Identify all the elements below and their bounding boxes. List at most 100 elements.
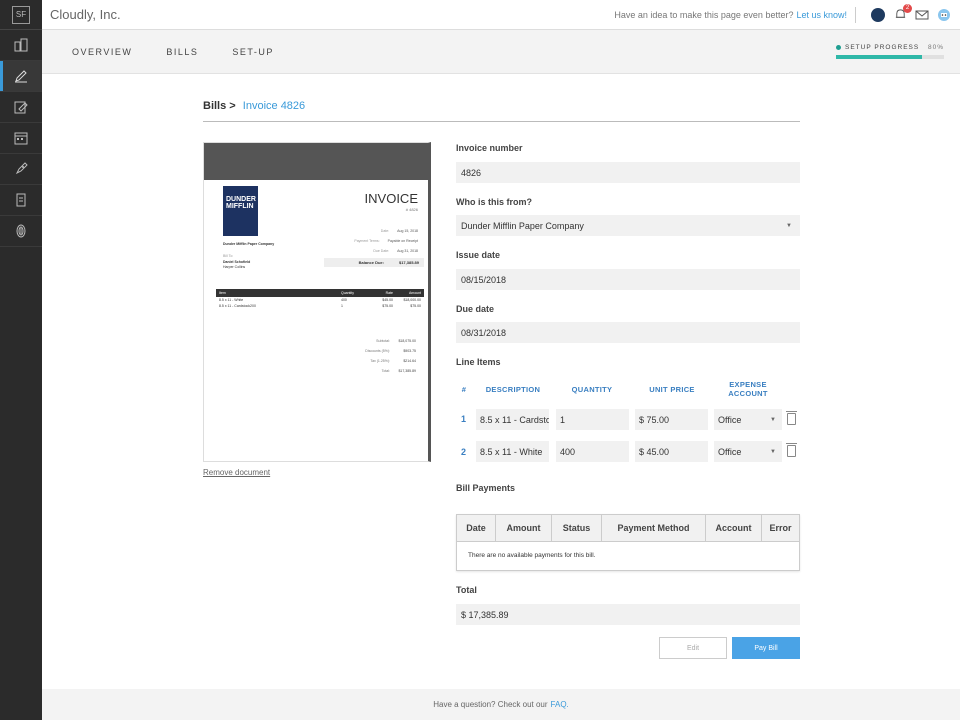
sidebar-item-calendar[interactable]: [0, 123, 42, 154]
payments-table-header: Date Amount Status Payment Method Accoun…: [457, 515, 799, 542]
line-item-quantity-input[interactable]: 1: [556, 409, 629, 430]
top-right-area: Have an idea to make this page even bett…: [614, 3, 952, 23]
payments-empty-message: There are no available payments for this…: [468, 552, 596, 559]
edit-button[interactable]: Edit: [659, 637, 727, 659]
mail-icon: [915, 10, 929, 19]
edit-document-icon: [14, 101, 28, 114]
setup-progress[interactable]: SETUP PROGRESS 80%: [836, 44, 944, 59]
document-bill-to-company: Harper Collins: [223, 265, 246, 269]
line-items-header-num: #: [461, 385, 467, 394]
document-total: Total: $17,385.89: [381, 369, 416, 373]
notifications-button[interactable]: 2: [892, 3, 912, 23]
total-field: $ 17,385.89: [456, 604, 800, 625]
remove-document-link[interactable]: Remove document: [203, 468, 270, 477]
document-from: Dunder Mifflin Paper Company: [223, 242, 275, 246]
pen-icon: [15, 70, 27, 83]
invoice-number-field[interactable]: 4826: [456, 162, 800, 183]
divider: [203, 121, 800, 122]
line-item-description-input[interactable]: 8.5 x 11 - Cardstock200: [476, 409, 549, 430]
breadcrumb-parent[interactable]: Bills >: [203, 100, 236, 112]
document-table-header: Item Quantity Rate Amount: [216, 289, 424, 297]
user-avatar[interactable]: [870, 7, 886, 23]
tab-overview[interactable]: OVERVIEW: [72, 47, 132, 57]
pay-bill-button[interactable]: Pay Bill: [732, 637, 800, 659]
document-title: INVOICE: [364, 191, 418, 206]
document-tax: Tax (1.25%): $214.64: [370, 359, 416, 363]
line-item-account-select[interactable]: Office ▼: [714, 409, 782, 430]
table-row: 8.5 x 11 - Cardstock200 1 $75.00 $75.00: [219, 304, 421, 308]
bill-payments-table: Date Amount Status Payment Method Accoun…: [456, 514, 800, 571]
document-bill-to-label: Bill To:: [223, 254, 234, 258]
rocket-icon: [15, 162, 28, 175]
footer: Have a question? Check out our FAQ.: [42, 689, 960, 720]
line-item-price-input[interactable]: $ 45.00: [635, 441, 708, 462]
breadcrumb-current: Invoice 4826: [242, 100, 306, 112]
line-item-number: 1: [461, 414, 467, 424]
document-items-table: Item Quantity Rate Amount 8.5 x 11 - Whi…: [216, 289, 424, 309]
line-item-account-select[interactable]: Office ▼: [714, 441, 782, 462]
setup-progress-bar: [836, 55, 944, 59]
trash-icon[interactable]: [786, 411, 797, 425]
trash-icon[interactable]: [786, 443, 797, 457]
vendor-label: Who is this from?: [456, 197, 532, 207]
calendar-icon: [14, 132, 28, 145]
payments-header-error[interactable]: Error: [762, 515, 799, 541]
document-discount: Discounts (5%): $903.75: [365, 349, 416, 353]
app-logo[interactable]: SF: [0, 0, 42, 30]
document-header-bar: [204, 143, 428, 180]
document-subtotal: Subtotal: $18,075.00: [376, 339, 416, 343]
payments-header-date[interactable]: Date: [457, 515, 496, 541]
tab-bills[interactable]: BILLS: [166, 47, 198, 57]
payments-header-status[interactable]: Status: [552, 515, 602, 541]
sidebar-item-launch[interactable]: [0, 154, 42, 185]
chevron-down-icon: ▼: [770, 448, 776, 455]
company-name: Cloudly, Inc.: [50, 7, 121, 22]
sidebar-item-reports[interactable]: [0, 185, 42, 216]
sidebar-item-bills[interactable]: [0, 61, 42, 92]
issue-date-label: Issue date: [456, 250, 501, 260]
setup-progress-label: SETUP PROGRESS: [845, 44, 920, 51]
line-item-number: 2: [461, 447, 467, 457]
document-balance: Balance Due: $17,385.89: [324, 258, 424, 267]
report-icon: [16, 193, 26, 207]
breadcrumb: Bills > Invoice 4826: [203, 100, 305, 112]
status-dot-icon: [836, 45, 841, 50]
fingerprint-icon: [16, 224, 26, 238]
messages-button[interactable]: [914, 7, 930, 23]
line-item-price-input[interactable]: $ 75.00: [635, 409, 708, 430]
line-item-quantity-input[interactable]: 400: [556, 441, 629, 462]
due-date-label: Due date: [456, 304, 495, 314]
divider: [855, 6, 856, 23]
payments-header-method[interactable]: Payment Method: [602, 515, 706, 541]
document-number: # 4826: [405, 207, 418, 212]
chevron-down-icon: ▼: [770, 416, 776, 423]
line-item-description-input[interactable]: 8.5 x 11 - White: [476, 441, 549, 462]
chevron-down-icon: ▼: [786, 222, 792, 229]
feedback-prompt: Have an idea to make this page even bett…: [614, 9, 794, 20]
sidebar-item-security[interactable]: [0, 216, 42, 247]
avatar-icon: [871, 7, 885, 22]
line-items-header-description: DESCRIPTION: [485, 385, 541, 394]
line-items-header-expense-account: EXPENSE ACCOUNT: [728, 380, 768, 398]
sidebar: SF: [0, 0, 42, 720]
due-date-field[interactable]: 08/31/2018: [456, 322, 800, 343]
issue-date-field[interactable]: 08/15/2018: [456, 269, 800, 290]
vendor-select[interactable]: Dunder Mifflin Paper Company ▼: [456, 215, 800, 236]
faq-link[interactable]: FAQ.: [551, 700, 569, 709]
sidebar-item-dashboard[interactable]: [0, 30, 42, 61]
help-bot-button[interactable]: [936, 7, 952, 23]
document-meta-date: Date: Aug 15, 2018: [380, 229, 418, 233]
tab-setup[interactable]: SET-UP: [232, 47, 274, 57]
dunder-mifflin-logo: DUNDER MIFFLIN: [223, 186, 258, 236]
line-items-header-quantity: QUANTITY: [571, 385, 613, 394]
setup-progress-percent: 80%: [927, 44, 944, 51]
sidebar-item-edit[interactable]: [0, 92, 42, 123]
document-meta-terms: Payment Terms: Payable on Receipt: [354, 239, 418, 243]
bill-payments-label: Bill Payments: [456, 483, 516, 493]
invoice-document-preview[interactable]: DUNDER MIFFLIN INVOICE # 4826 Date: Aug 1…: [203, 142, 431, 462]
feedback-link[interactable]: Let us know!: [796, 10, 847, 20]
payments-header-amount[interactable]: Amount: [496, 515, 552, 541]
invoice-number-label: Invoice number: [456, 143, 523, 153]
buildings-icon: [14, 38, 28, 52]
payments-header-account[interactable]: Account: [706, 515, 762, 541]
